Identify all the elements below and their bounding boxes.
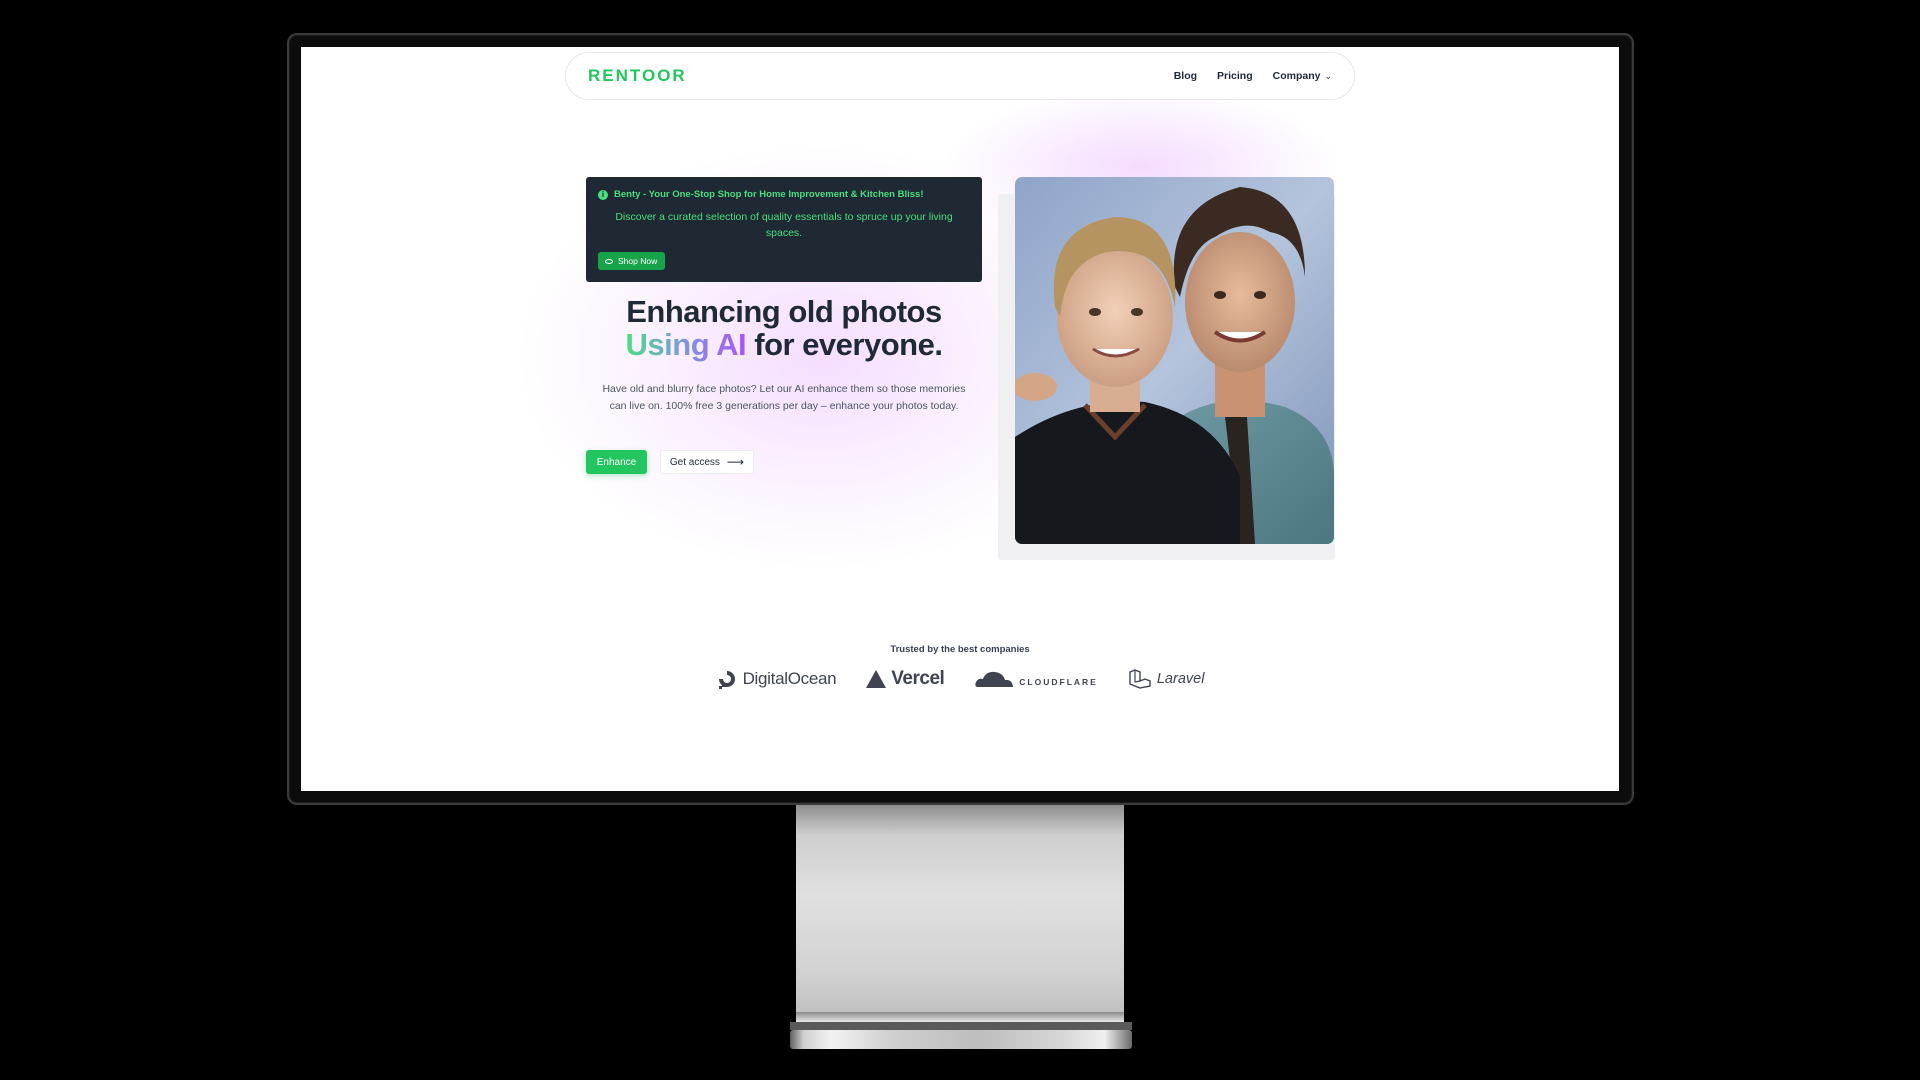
monitor-stand-gap <box>790 1022 1132 1030</box>
hero-photo-image <box>1015 177 1334 544</box>
monitor-stand-foot <box>790 1030 1132 1049</box>
hero-headline-rest: for everyone. <box>754 327 943 362</box>
nav-link-company[interactable]: Company ⌄ <box>1273 70 1332 82</box>
digitalocean-text: DigitalOcean <box>742 669 837 688</box>
cloudflare-icon <box>975 671 1014 687</box>
arrow-right-icon: ⟶ <box>726 455 745 469</box>
nav-link-company-label: Company <box>1272 70 1321 82</box>
brand-logo[interactable]: RENTOOR <box>588 66 687 86</box>
get-access-button[interactable]: Get access ⟶ <box>660 450 754 474</box>
screen: RENTOOR Blog Pricing Company ⌄ i Benty -… <box>301 47 1619 791</box>
promo-banner: i Benty - Your One-Stop Shop for Home Im… <box>586 177 982 282</box>
hero-headline: Enhancing old photos Using AI for everyo… <box>586 295 982 361</box>
shop-now-button[interactable]: Shop Now <box>598 252 666 270</box>
company-logos: DigitalOcean Vercel CLOUDFLARE Laravel <box>301 668 1619 690</box>
enhance-button[interactable]: Enhance <box>586 450 647 474</box>
nav-link-blog[interactable]: Blog <box>1174 70 1197 82</box>
vercel-text: Vercel <box>891 668 945 689</box>
get-access-label: Get access <box>669 456 720 468</box>
nav-links: Blog Pricing Company ⌄ <box>1174 70 1332 82</box>
promo-banner-title-text: Benty - Your One-Stop Shop for Home Impr… <box>614 189 924 200</box>
navbar: RENTOOR Blog Pricing Company ⌄ <box>565 52 1355 100</box>
cloudflare-text: CLOUDFLARE <box>1019 677 1098 687</box>
monitor-stand <box>796 805 1124 1020</box>
digitalocean-logo: DigitalOcean <box>716 668 837 690</box>
info-icon: i <box>598 189 608 200</box>
promo-banner-title: i Benty - Your One-Stop Shop for Home Im… <box>598 189 923 200</box>
laravel-text: Laravel <box>1156 671 1205 687</box>
vercel-logo: Vercel <box>866 668 945 690</box>
laravel-logo: Laravel <box>1128 669 1205 689</box>
laravel-icon <box>1129 669 1151 689</box>
hero-headline-line1: Enhancing old photos <box>626 294 942 329</box>
eye-icon <box>605 258 613 264</box>
digitalocean-icon <box>718 671 735 689</box>
hero-headline-line2: Using AI for everyone. <box>586 328 982 361</box>
chevron-down-icon: ⌄ <box>1324 70 1332 81</box>
hero-subtext: Have old and blurry face photos? Let our… <box>602 383 966 412</box>
trusted-heading: Trusted by the best companies <box>890 644 1030 655</box>
monitor-stand-edge <box>796 1012 1124 1022</box>
shop-now-label: Shop Now <box>618 256 658 266</box>
cloudflare-logo: CLOUDFLARE <box>974 669 1098 689</box>
vercel-icon <box>866 670 887 688</box>
hero-headline-gradient: Using AI <box>625 327 747 362</box>
promo-banner-description: Discover a curated selection of quality … <box>615 211 953 239</box>
nav-link-pricing[interactable]: Pricing <box>1217 70 1253 82</box>
hero-photo <box>1015 177 1334 544</box>
